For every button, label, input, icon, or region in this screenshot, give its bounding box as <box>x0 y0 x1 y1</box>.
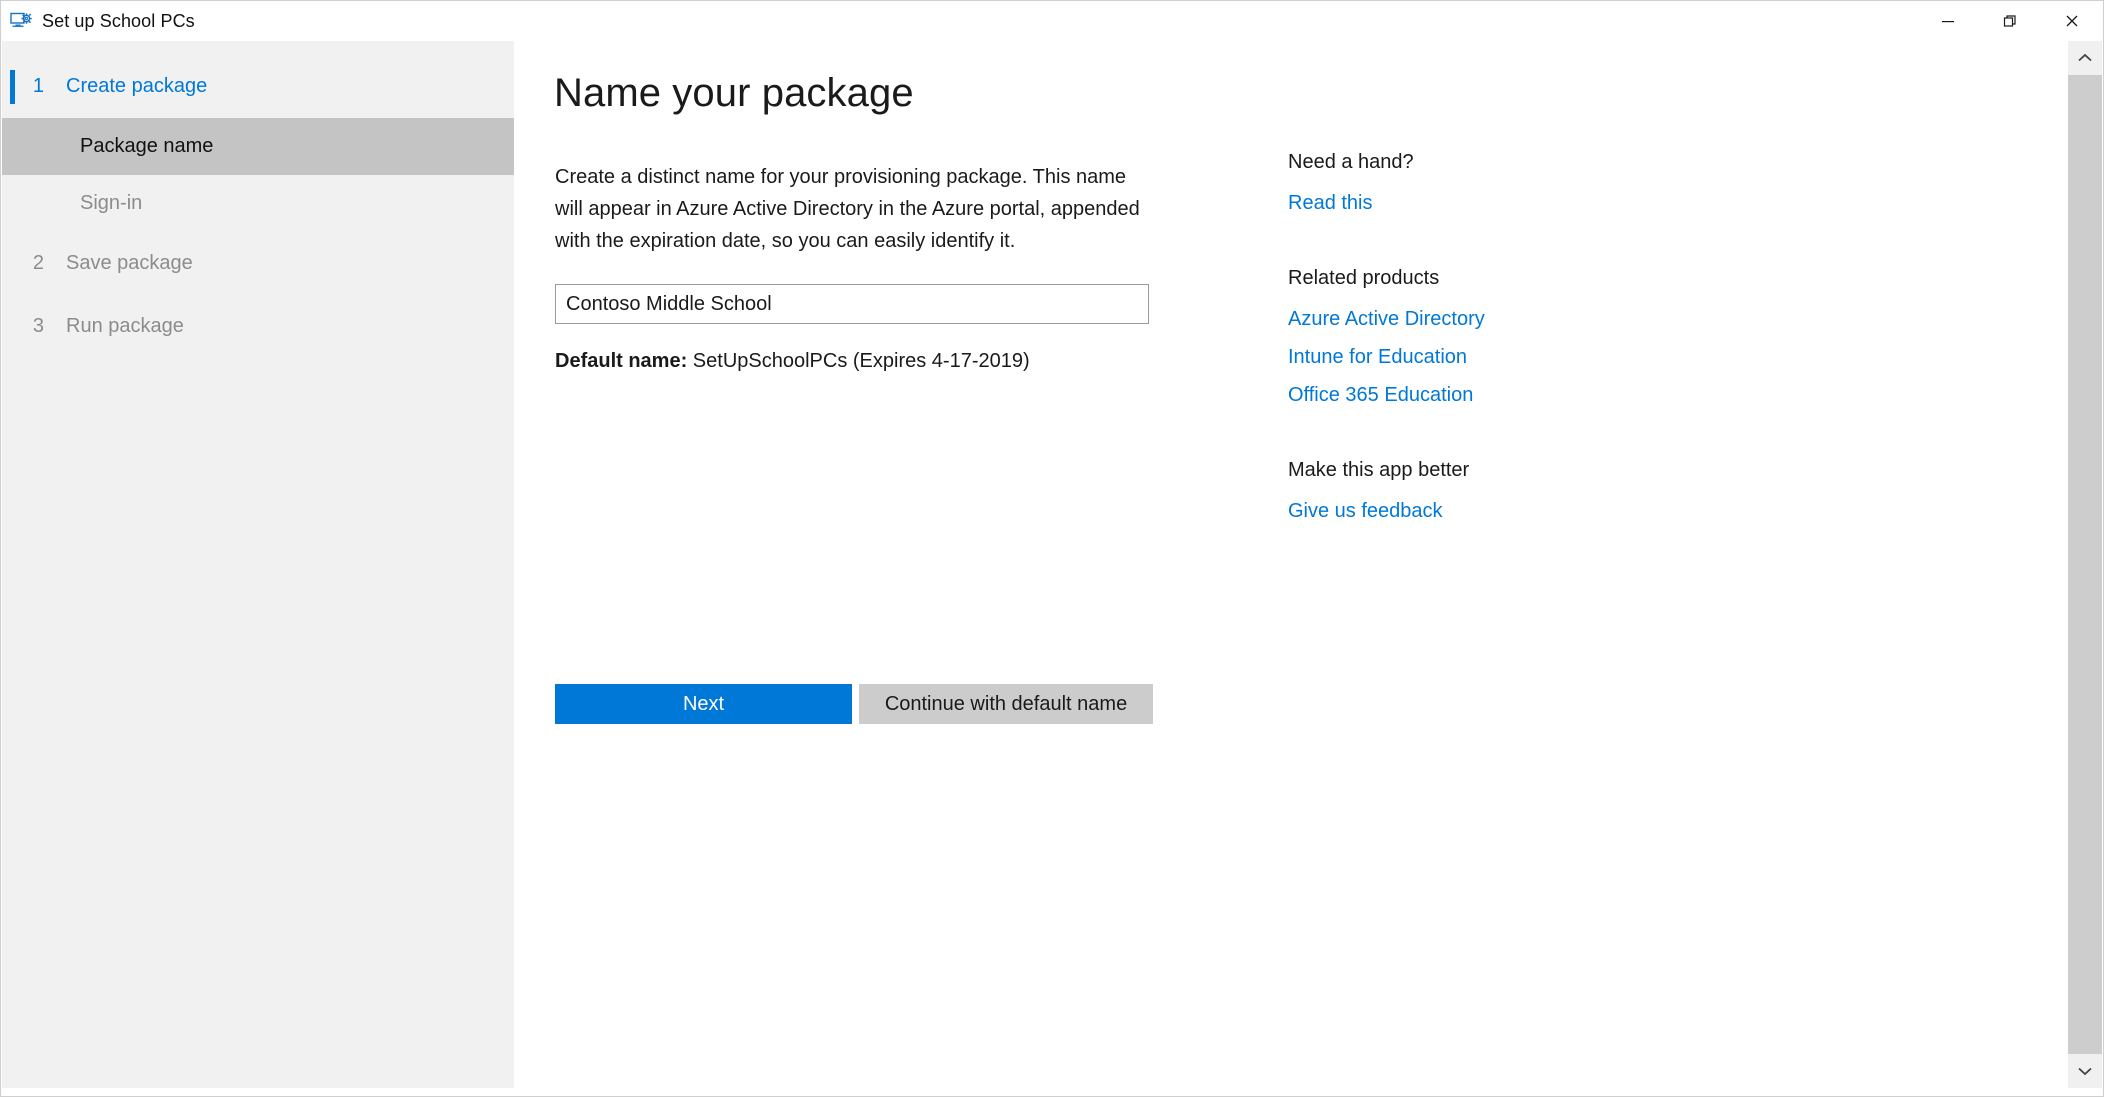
default-name-label: Default name: <box>555 350 688 372</box>
action-buttons: Next Continue with default name <box>555 684 1153 724</box>
default-name-line: Default name: SetUpSchoolPCs (Expires 4-… <box>555 350 1030 373</box>
sidebar-item-sign-in[interactable]: Sign-in <box>2 175 514 232</box>
sidebar-step-label: Save package <box>66 252 193 274</box>
title-bar-left: Set up School PCs <box>1 1 195 41</box>
help-link-intune-for-education[interactable]: Intune for Education <box>1288 338 1668 376</box>
sidebar-subitem-label: Sign-in <box>80 192 143 214</box>
continue-with-default-name-button[interactable]: Continue with default name <box>859 684 1153 724</box>
sidebar: 1 Create package Package name Sign-in 2 … <box>2 41 514 1088</box>
app-window: Set up School PCs 1 Create package Packa… <box>0 0 2104 1097</box>
help-heading: Need a hand? <box>1288 151 1414 173</box>
sidebar-subitem-label: Package name <box>80 135 214 157</box>
chevron-up-icon <box>2078 53 2092 62</box>
sidebar-step-1-block: 1 Create package Package name Sign-in <box>2 41 514 232</box>
scrollbar-track[interactable] <box>2068 75 2102 1054</box>
title-bar: Set up School PCs <box>1 1 2103 41</box>
help-link-azure-active-directory[interactable]: Azure Active Directory <box>1288 300 1668 338</box>
close-icon <box>2066 15 2078 27</box>
help-group-need-a-hand: Need a hand? Read this <box>1288 151 1668 222</box>
help-panel: Need a hand? Read this Related products … <box>1288 151 1668 575</box>
sidebar-step-run-package[interactable]: 3 Run package <box>2 295 514 358</box>
help-heading: Related products <box>1288 267 1440 289</box>
page-description: Create a distinct name for your provisio… <box>555 166 1140 252</box>
next-button[interactable]: Next <box>555 684 852 724</box>
sidebar-step-number: 1 <box>32 75 44 97</box>
help-group-related-products: Related products Azure Active Directory … <box>1288 267 1668 414</box>
default-name-value: SetUpSchoolPCs (Expires 4-17-2019) <box>687 350 1030 372</box>
window-title: Set up School PCs <box>42 10 195 31</box>
restore-icon <box>2003 15 2016 27</box>
scrollbar-down-button[interactable] <box>2068 1054 2102 1088</box>
vertical-scrollbar[interactable] <box>2068 41 2102 1088</box>
active-step-accent-bar <box>10 69 15 104</box>
package-name-input[interactable] <box>555 284 1149 324</box>
help-link-office-365-education[interactable]: Office 365 Education <box>1288 376 1668 414</box>
sidebar-step-label: Create package <box>66 75 208 97</box>
sidebar-step-number: 2 <box>32 252 44 274</box>
restore-button[interactable] <box>1979 1 2041 41</box>
help-link-give-us-feedback[interactable]: Give us feedback <box>1288 492 1668 530</box>
window-controls <box>1917 1 2103 41</box>
sidebar-item-package-name[interactable]: Package name <box>2 118 514 175</box>
scrollbar-thumb[interactable] <box>2068 75 2102 1054</box>
page-title: Name your package <box>554 71 914 115</box>
sidebar-step-save-package[interactable]: 2 Save package <box>2 232 514 295</box>
main-content: Name your package Create a distinct name… <box>514 41 2038 1088</box>
minimize-button[interactable] <box>1917 1 1979 41</box>
sidebar-step-create-package[interactable]: 1 Create package <box>2 55 514 118</box>
minimize-icon <box>1942 21 1954 23</box>
help-heading: Make this app better <box>1288 459 1470 481</box>
scrollbar-up-button[interactable] <box>2068 41 2102 75</box>
chevron-down-icon <box>2078 1067 2092 1076</box>
help-link-read-this[interactable]: Read this <box>1288 184 1668 222</box>
monitor-gear-icon <box>10 12 32 27</box>
sidebar-step-number: 3 <box>32 315 44 337</box>
help-group-make-this-app-better: Make this app better Give us feedback <box>1288 459 1668 530</box>
close-button[interactable] <box>2041 1 2103 41</box>
sidebar-step-label: Run package <box>66 315 184 337</box>
